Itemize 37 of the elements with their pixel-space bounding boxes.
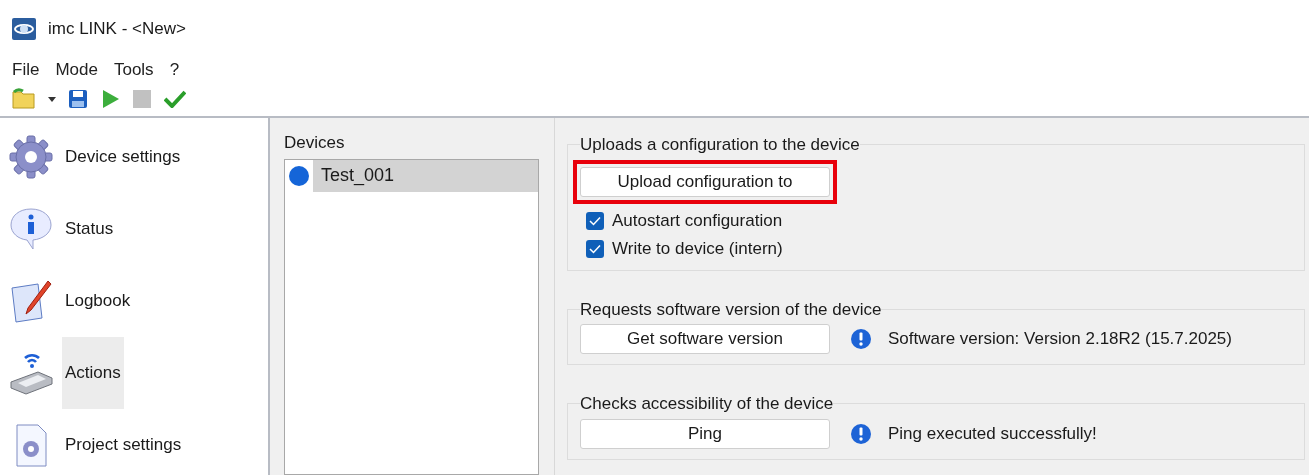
checkbox-label: Autostart configuration [612, 209, 783, 232]
group-title: Uploads a configuration to the device [580, 134, 860, 156]
info-icon [850, 422, 872, 445]
save-icon[interactable] [68, 89, 88, 109]
group-title: Checks accessibility of the device [580, 393, 834, 415]
sidebar-item[interactable]: Logbook [62, 265, 134, 337]
status-message: Ping executed successfully! [888, 422, 1097, 445]
checkmark-icon[interactable] [164, 90, 186, 108]
notepad-pen-icon [8, 278, 54, 324]
window-title: imc LINK - <New> [48, 18, 186, 41]
sidebar-item[interactable]: Device settings [62, 121, 184, 193]
devices-label: Devices [284, 132, 346, 154]
status-message: Software version: Version 2.18R2 (15.7.2025) [888, 328, 1232, 351]
tick-icon [589, 215, 601, 226]
gear-icon [8, 134, 54, 180]
menu-item[interactable]: ? [161, 57, 188, 83]
menu-item[interactable]: Tools [105, 57, 162, 83]
menu-item[interactable]: File [4, 57, 48, 83]
group-title: Requests software version of the device [580, 298, 882, 321]
menu-item[interactable]: Mode [47, 57, 106, 83]
sidebar-item[interactable]: Project settings [62, 409, 185, 475]
action-button[interactable]: Ping [580, 418, 830, 449]
checkbox-label: Write to device (intern) [612, 237, 783, 260]
info-icon [850, 328, 872, 350]
action-button[interactable]: Get software version [580, 324, 830, 354]
play-icon[interactable] [100, 89, 120, 109]
device-item[interactable]: Test_001 [313, 159, 538, 192]
checkbox[interactable] [586, 211, 604, 230]
info-speech-bubble-icon [8, 206, 54, 252]
checkbox[interactable] [586, 239, 604, 258]
action-button[interactable]: Upload configuration to [580, 166, 830, 197]
tick-icon [589, 243, 601, 254]
sidebar-item[interactable]: Actions [62, 337, 124, 409]
app-logo-icon [12, 18, 36, 40]
folder-icon[interactable] [12, 88, 36, 110]
caret-icon[interactable] [48, 96, 56, 102]
sidebar-item[interactable]: Status [62, 193, 117, 265]
